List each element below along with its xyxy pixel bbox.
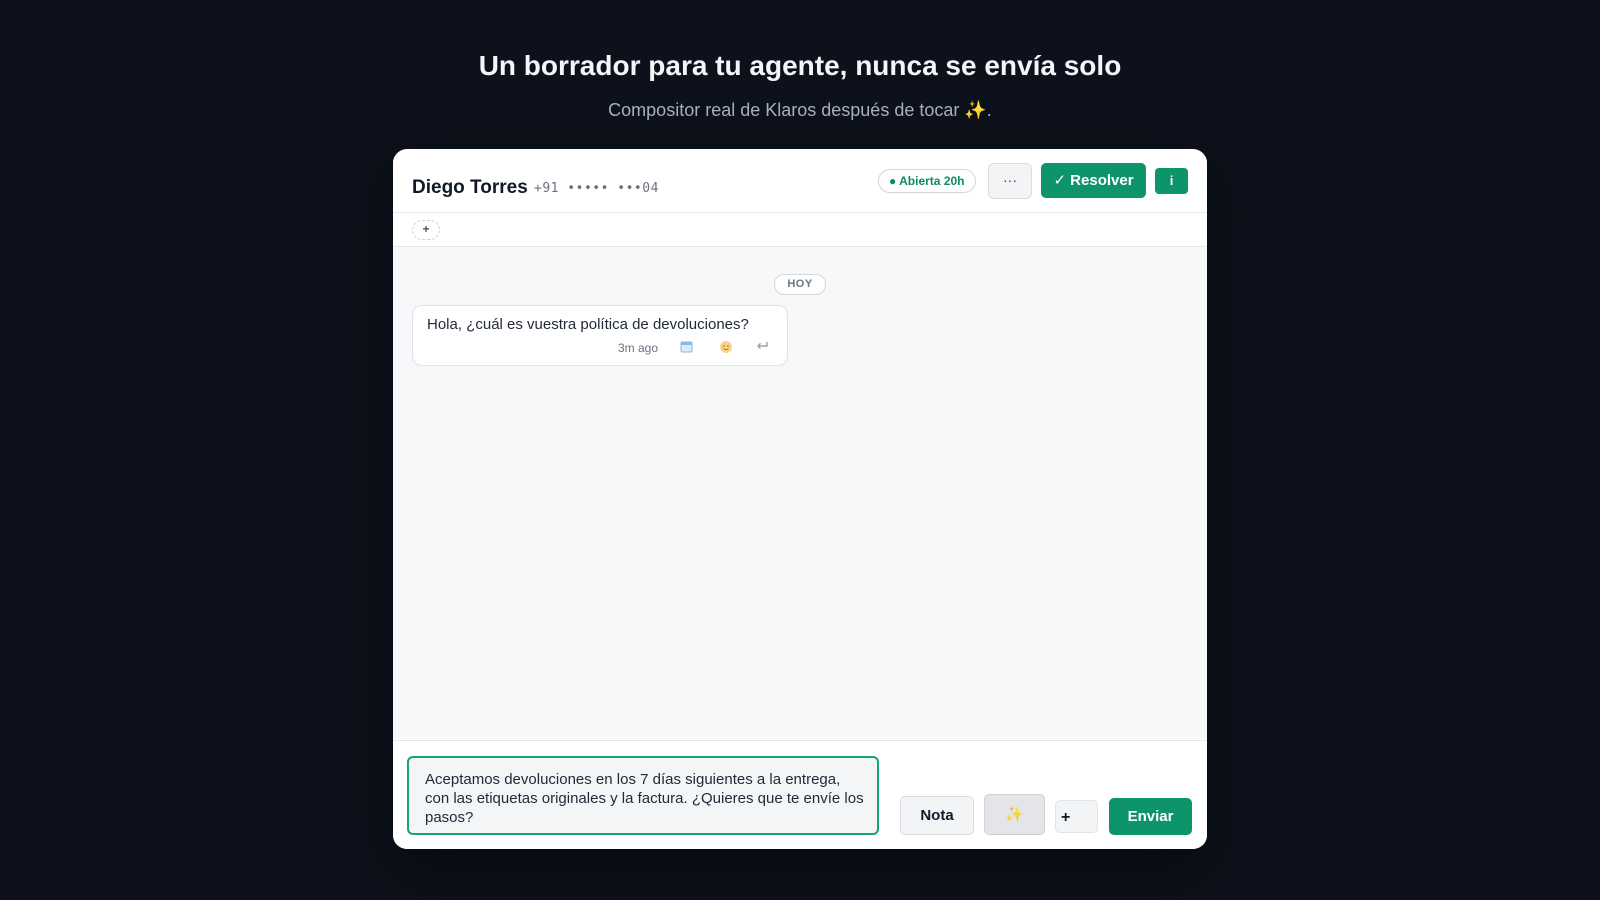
reply-draft-text[interactable]: Aceptamos devoluciones en los 7 días sig… (425, 770, 865, 827)
contact-name: Diego Torres (412, 177, 528, 198)
send-button[interactable]: Enviar (1109, 798, 1192, 835)
hero-subtitle: Compositor real de Klaros después de toc… (0, 100, 1600, 121)
sparkle-icon: ✨ (964, 100, 987, 120)
tag-bar: + (393, 213, 1207, 247)
conversation-card: Diego Torres +91 ••••• •••04 ● Abierta 2… (393, 149, 1207, 849)
hero-subtitle-text: Compositor real de Klaros después de toc… (608, 100, 960, 120)
add-tag-button[interactable]: + (412, 220, 440, 240)
status-badge: ● Abierta 20h (878, 169, 976, 193)
more-options-button[interactable]: ··· (988, 163, 1032, 199)
calendar-icon[interactable] (680, 340, 693, 356)
emoji-icon[interactable] (719, 340, 733, 357)
message-text: Hola, ¿cuál es vuestra política de devol… (427, 316, 749, 333)
info-button[interactable]: i (1155, 168, 1188, 194)
resolve-button[interactable]: ✓ Resolver (1041, 163, 1146, 198)
add-attachment-button[interactable]: + (1055, 800, 1098, 833)
contact-phone: +91 ••••• •••04 (534, 181, 659, 196)
ai-draft-button[interactable]: ✨ (984, 794, 1045, 835)
reply-icon[interactable] (755, 340, 769, 355)
reply-textarea[interactable]: Aceptamos devoluciones en los 7 días sig… (407, 756, 879, 835)
composer: Aceptamos devoluciones en los 7 días sig… (393, 740, 1207, 849)
message-list: HOY Hola, ¿cuál es vuestra política de d… (393, 247, 1207, 739)
hero-title: Un borrador para tu agente, nunca se env… (478, 50, 1122, 81)
hero-subtitle-end: . (986, 100, 992, 120)
conversation-header: Diego Torres +91 ••••• •••04 ● Abierta 2… (393, 157, 1207, 213)
message-time: 3m ago (618, 341, 659, 355)
note-button[interactable]: Nota (900, 796, 974, 835)
message-bubble: Hola, ¿cuál es vuestra política de devol… (412, 305, 788, 366)
date-separator: HOY (774, 274, 826, 295)
